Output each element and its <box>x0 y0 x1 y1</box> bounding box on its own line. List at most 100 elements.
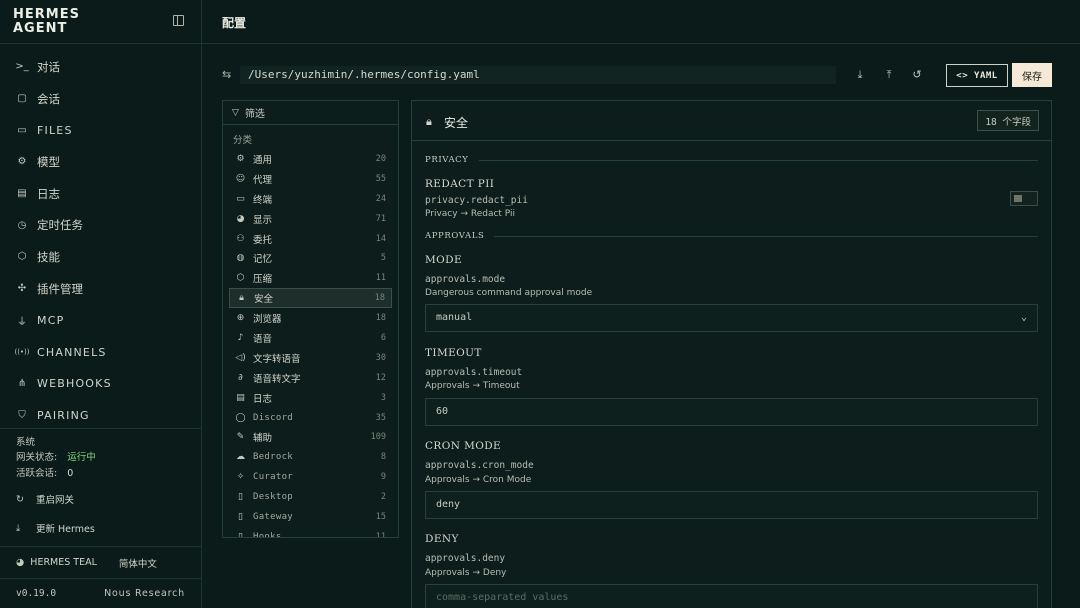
sidebar-item-技能[interactable]: ⬡ 技能 <box>0 241 201 273</box>
category-count: 15 <box>375 511 386 522</box>
category-item[interactable]: ◯ Discord 35 <box>229 408 392 428</box>
cron-mode-input[interactable]: deny <box>425 491 1038 519</box>
sidebar-item-pairing[interactable]: ⛉ PAIRING <box>0 400 201 432</box>
category-item[interactable]: ▭ 终端 24 <box>229 189 392 209</box>
category-item[interactable]: ▤ 日志 3 <box>229 388 392 408</box>
category-label: 浏览器 <box>253 314 282 326</box>
category-item[interactable]: ✧ Curator 9 <box>229 467 392 487</box>
section-divider <box>478 159 1038 161</box>
category-filter-panel: ▽ 筛选 分类 ⚙ 通用 20 ☺ 代理 55 ▭ 终端 24 ◕ 显示 71 ⚇ 委托 14 ◍ 记忆 5 ⬡ 压缩… <box>222 100 399 538</box>
active-sessions-value: 0 <box>67 468 74 479</box>
lock-icon: 🔒︎ <box>426 115 432 128</box>
package-icon: ⬡ <box>236 273 245 284</box>
category-item[interactable]: ∂ 语音转文字 12 <box>229 368 392 388</box>
category-label: Curator <box>253 472 294 483</box>
language-selector[interactable]: 简体中文 <box>119 556 157 570</box>
filter-header[interactable]: ▽ 筛选 <box>223 101 398 125</box>
section-divider <box>494 235 1038 237</box>
sidebar-item-label: PAIRING <box>37 408 90 422</box>
category-item[interactable]: ♪ 语音 6 <box>229 328 392 348</box>
sidebar-item-模型[interactable]: ⚙ 模型 <box>0 146 201 178</box>
system-title: 系统 <box>16 437 36 448</box>
category-item[interactable]: ⬡ 压缩 11 <box>229 268 392 288</box>
cron-mode-name: CRON MODE <box>425 440 502 452</box>
gear-icon: ⚙ <box>236 153 245 164</box>
sidebar-item-定时任务[interactable]: ◷ 定时任务 <box>0 209 201 241</box>
category-label: Hooks <box>253 531 282 538</box>
sidebar-item-会话[interactable]: ▢ 会话 <box>0 83 201 115</box>
config-path-row: ⇆ /Users/yuzhimin/.hermes/config.yaml ⤓ … <box>202 62 1080 88</box>
category-item[interactable]: ⊕ 浏览器 18 <box>229 308 392 328</box>
category-label: 语音 <box>253 333 273 345</box>
mode-select[interactable]: manual ⌄ <box>425 304 1038 332</box>
redact-pii-toggle[interactable] <box>1010 191 1038 206</box>
category-item[interactable]: ⚙ 通用 20 <box>229 149 392 169</box>
category-label: 显示 <box>253 214 273 226</box>
deny-input[interactable]: comma-separated values <box>425 584 1038 608</box>
category-item[interactable]: ▯ Hooks 11 <box>229 527 392 538</box>
category-item[interactable]: 🔒︎ 安全 18 <box>229 288 392 309</box>
app-logo: HERMES AGENT <box>13 7 80 36</box>
timeout-key: approvals.timeout <box>425 367 523 378</box>
page-title: 配置 <box>222 16 247 30</box>
sliders-icon: ⇆ <box>222 68 232 81</box>
update-hermes-button[interactable]: ⤓ 更新 Hermes <box>16 521 95 536</box>
mode-name: MODE <box>425 254 463 266</box>
file-icon: ▯ <box>238 511 243 522</box>
version-label: v0.19.0 <box>16 588 57 599</box>
category-label: 通用 <box>253 154 273 166</box>
timeout-input[interactable]: 60 <box>425 398 1038 426</box>
category-item[interactable]: ☺ 代理 55 <box>229 169 392 189</box>
chevron-down-icon: ⌄ <box>1020 312 1027 323</box>
robot-icon: ☺ <box>235 173 246 184</box>
reset-icon[interactable]: ↺ <box>911 68 923 81</box>
category-label: 压缩 <box>253 274 273 286</box>
config-path-field[interactable]: /Users/yuzhimin/.hermes/config.yaml <box>240 66 836 84</box>
upload-icon[interactable]: ⤒ <box>883 68 895 82</box>
theme-selector[interactable]: HERMES TEAL <box>30 557 97 568</box>
category-item[interactable]: ◁) 文字转语音 30 <box>229 348 392 368</box>
deny-desc: Approvals → Deny <box>425 568 507 578</box>
redact-pii-desc: Privacy → Redact Pii <box>425 209 516 219</box>
category-item[interactable]: ▯ Desktop 2 <box>229 487 392 507</box>
download-icon: ⤓ <box>16 522 21 534</box>
sidebar-item-webhooks[interactable]: ⋔ WEBHOOKS <box>0 368 201 400</box>
users-icon: ⚇ <box>236 233 245 244</box>
category-label: 代理 <box>253 174 273 186</box>
sidebar-item-对话[interactable]: >_ 对话 <box>0 51 201 83</box>
category-item[interactable]: ⚇ 委托 14 <box>229 229 392 249</box>
cron-mode-key: approvals.cron_mode <box>425 460 534 471</box>
restart-gateway-button[interactable]: ↻ 重启网关 <box>16 492 74 507</box>
sidebar-item-日志[interactable]: ▤ 日志 <box>0 178 201 210</box>
sidebar-item-插件管理[interactable]: ✣ 插件管理 <box>0 273 201 305</box>
category-label: 记忆 <box>253 254 273 266</box>
save-button[interactable]: 保存 <box>1012 63 1052 87</box>
category-item[interactable]: ◍ 记忆 5 <box>229 248 392 268</box>
timeout-name: TIMEOUT <box>425 347 482 359</box>
category-item[interactable]: ▯ Gateway 15 <box>229 507 392 527</box>
category-item[interactable]: ◕ 显示 71 <box>229 209 392 229</box>
refresh-icon: ↻ <box>16 493 24 505</box>
yaml-view-button[interactable]: <> YAML <box>946 64 1008 87</box>
category-label: Bedrock <box>253 452 294 463</box>
category-item[interactable]: ✎ 辅助 109 <box>229 427 392 447</box>
sidebar-item-files[interactable]: ▭ FILES <box>0 114 201 146</box>
category-list: ⚙ 通用 20 ☺ 代理 55 ▭ 终端 24 ◕ 显示 71 ⚇ 委托 14 ◍ 记忆 5 ⬡ 压缩 11 🔒︎ 安全 18… <box>223 149 398 538</box>
sidebar-item-channels[interactable]: ((•)) CHANNELS <box>0 336 201 368</box>
speaker-icon: ◁) <box>235 352 246 363</box>
clipboard-icon: ▤ <box>236 392 245 403</box>
category-count: 18 <box>374 293 385 304</box>
category-item[interactable]: ☁ Bedrock 8 <box>229 447 392 467</box>
wrench-icon: ✎ <box>236 432 245 443</box>
sidebar-item-mcp[interactable]: ⏚ MCP <box>0 305 201 337</box>
category-count: 55 <box>375 173 386 184</box>
collapse-sidebar-icon[interactable] <box>173 15 184 26</box>
clock-icon: ◷ <box>17 219 27 231</box>
sidebar-item-label: 定时任务 <box>37 218 83 233</box>
category-label: Gateway <box>253 511 294 522</box>
download-icon[interactable]: ⤓ <box>854 68 866 82</box>
version-bar: v0.19.0 Nous Research <box>0 578 201 608</box>
category-label: 安全 <box>254 294 274 306</box>
panel-title: 安全 <box>444 116 469 130</box>
discord-icon: ◯ <box>235 412 246 423</box>
